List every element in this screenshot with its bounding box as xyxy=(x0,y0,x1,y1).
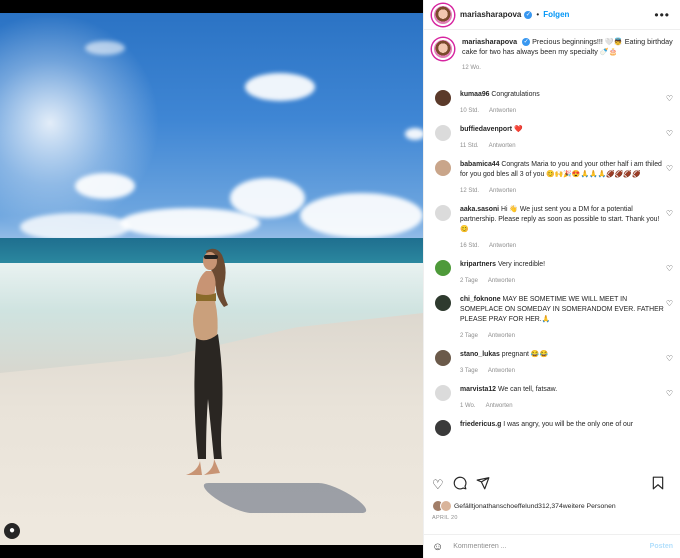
commenter-avatar[interactable] xyxy=(435,90,451,106)
comment-like-heart-icon[interactable]: ♡ xyxy=(666,389,673,398)
comment-text: Very incredible! xyxy=(497,261,546,268)
reply-button[interactable]: Antworten xyxy=(488,278,515,284)
emoji-icon[interactable]: ☺ xyxy=(432,541,443,553)
post-side-panel: mariasharapova ✓ • Folgen ••• mariashara… xyxy=(423,0,680,558)
cloud xyxy=(75,173,135,199)
comment-text: We can tell, fatsaw. xyxy=(497,386,558,393)
commenter-avatar[interactable] xyxy=(435,125,451,141)
share-paper-plane-icon[interactable] xyxy=(476,476,490,494)
likes-user[interactable]: jonathanschoeffel xyxy=(474,503,527,510)
commenter-username[interactable]: aaka.sasoni xyxy=(460,206,499,213)
commenter-avatar[interactable] xyxy=(435,260,451,276)
comment-text: pregnant 😂😂 xyxy=(501,351,549,358)
person-figure xyxy=(186,248,228,475)
post-caption: mariasharapova ✓ Precious beginnings!!! … xyxy=(432,37,673,81)
cloud xyxy=(20,213,130,241)
likes-count[interactable]: 312,374 xyxy=(538,503,563,510)
comment-time[interactable]: 11 Std. xyxy=(460,143,479,149)
post-comment-button[interactable]: Posten xyxy=(650,543,673,550)
commenter-username[interactable]: kumaa96 xyxy=(460,91,490,98)
comment-item: babamica44 Congrats Maria to you and you… xyxy=(432,160,673,196)
cloud xyxy=(300,193,423,238)
post-date: APRIL 20 xyxy=(432,515,458,521)
comment-item: stano_lukas pregnant 😂😂 3 Tage Antworten ♡ xyxy=(432,350,673,376)
commenter-username[interactable]: kripartners xyxy=(460,261,496,268)
commenter-username[interactable]: chi_foknone xyxy=(460,296,501,303)
comment-time[interactable]: 1 Wo. xyxy=(460,403,476,409)
commenter-username[interactable]: stano_lukas xyxy=(460,351,500,358)
caption-avatar[interactable] xyxy=(432,38,454,60)
comment-like-heart-icon[interactable]: ♡ xyxy=(666,129,673,138)
comment-text: ❤️ xyxy=(514,126,523,133)
comment-time[interactable]: 16 Std. xyxy=(460,243,479,249)
post-photo[interactable]: ● xyxy=(0,13,423,545)
verified-badge-icon: ✓ xyxy=(522,38,531,47)
comment-time[interactable]: 3 Tage xyxy=(460,368,478,374)
commenter-avatar[interactable] xyxy=(435,160,451,176)
comment-like-heart-icon[interactable]: ♡ xyxy=(666,354,673,363)
reply-button[interactable]: Antworten xyxy=(489,188,516,194)
comment-item: friedericus.g I was angry, you will be t… xyxy=(432,420,673,436)
comment-like-heart-icon[interactable]: ♡ xyxy=(666,94,673,103)
comment-item: chi_foknone MAY BE SOMETIME WE WILL MEET… xyxy=(432,295,673,341)
separator-dot: • xyxy=(536,10,540,19)
commenter-avatar[interactable] xyxy=(435,350,451,366)
comment-bubble-icon[interactable] xyxy=(453,476,467,494)
bookmark-icon[interactable] xyxy=(652,476,664,494)
comment-text: Congratulations xyxy=(491,91,540,98)
likes-suffix: weitere Personen xyxy=(562,502,616,510)
comment-time[interactable]: 10 Std. xyxy=(460,108,479,114)
comment-like-heart-icon[interactable]: ♡ xyxy=(666,164,673,173)
author-avatar[interactable] xyxy=(432,3,454,26)
comment-time[interactable]: 12 Std. xyxy=(460,188,479,194)
caption-time[interactable]: 12 Wo. xyxy=(462,65,481,71)
commenter-username[interactable]: marvista12 xyxy=(460,386,496,393)
action-bar: ♡ xyxy=(424,476,680,494)
cloud xyxy=(85,41,125,55)
comment-like-heart-icon[interactable]: ♡ xyxy=(666,299,673,308)
caption-username[interactable]: mariasharapova xyxy=(462,37,517,46)
tagged-user-icon[interactable]: ● xyxy=(4,523,20,539)
reply-button[interactable]: Antworten xyxy=(489,143,516,149)
reply-button[interactable]: Antworten xyxy=(488,368,515,374)
comment-item: kripartners Very incredible! 2 Tage Antwor… xyxy=(432,260,673,286)
follow-button[interactable]: Folgen xyxy=(543,10,569,19)
commenter-username[interactable]: friedericus.g xyxy=(460,421,501,428)
comment-like-heart-icon[interactable]: ♡ xyxy=(666,264,673,273)
liker-avatars xyxy=(432,500,454,512)
sun-glow xyxy=(0,13,160,233)
likes-summary: Gefällt jonathanschoeffel und 312,374 we… xyxy=(432,500,616,512)
commenter-username[interactable]: buffiedavenport xyxy=(460,126,512,133)
comment-text: I was angry, you will be the only one of… xyxy=(503,421,633,428)
verified-badge-icon: ✓ xyxy=(524,10,533,19)
commenter-avatar[interactable] xyxy=(435,205,451,221)
more-options-icon[interactable]: ••• xyxy=(654,8,670,22)
comment-like-heart-icon[interactable]: ♡ xyxy=(666,209,673,218)
reply-button[interactable]: Antworten xyxy=(489,243,516,249)
likes-prefix: Gefällt xyxy=(454,502,474,510)
cloud xyxy=(405,128,423,140)
like-heart-icon[interactable]: ♡ xyxy=(432,477,444,493)
cloud xyxy=(120,208,260,238)
reply-button[interactable]: Antworten xyxy=(488,333,515,339)
comments-list[interactable]: mariasharapova ✓ Precious beginnings!!! … xyxy=(424,31,680,471)
comment-input[interactable] xyxy=(453,543,650,550)
add-comment-bar: ☺ Posten xyxy=(424,534,680,558)
reply-button[interactable]: Antworten xyxy=(489,108,516,114)
comment-time[interactable]: 2 Tage xyxy=(460,333,478,339)
likes-mid: und xyxy=(526,502,539,510)
commenter-username[interactable]: babamica44 xyxy=(460,161,499,168)
comment-item: marvista12 We can tell, fatsaw. 1 Wo. Antw… xyxy=(432,385,673,411)
comment-time[interactable]: 2 Tage xyxy=(460,278,478,284)
comment-item: aaka.sasoni Hi 👋 We just sent you a DM f… xyxy=(432,205,673,251)
commenter-avatar[interactable] xyxy=(435,385,451,401)
author-username[interactable]: mariasharapova xyxy=(460,10,521,19)
comment-item: buffiedavenport ❤️ 11 Std. Antworten ♡ xyxy=(432,125,673,151)
cloud xyxy=(245,73,315,101)
commenter-avatar[interactable] xyxy=(435,420,451,436)
comment-item: kumaa96 Congratulations 10 Std. Antworten ♡ xyxy=(432,90,673,116)
commenter-avatar[interactable] xyxy=(435,295,451,311)
reply-button[interactable]: Antworten xyxy=(486,403,513,409)
post-header: mariasharapova ✓ • Folgen ••• xyxy=(424,0,680,30)
